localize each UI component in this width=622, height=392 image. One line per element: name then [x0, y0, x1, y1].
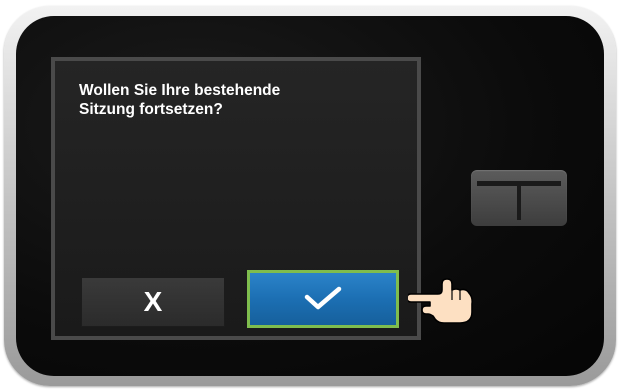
- dialog-panel: Wollen Sie Ihre bestehende Sitzung fortse…: [55, 61, 417, 336]
- dialog-prompt-line: Wollen Sie Ihre bestehende: [79, 82, 281, 99]
- cancel-x-label: X: [143, 286, 163, 317]
- dialog-prompt: Wollen Sie Ihre bestehende Sitzung fortse…: [79, 81, 379, 119]
- t-logo-icon: [477, 181, 561, 220]
- dialog-prompt-line: Sitzung fortsetzen?: [79, 101, 223, 118]
- confirm-button-highlight: [247, 270, 399, 328]
- cancel-button[interactable]: X: [81, 277, 225, 327]
- device-t-button[interactable]: [471, 170, 567, 226]
- pointing-hand-icon: [408, 278, 473, 324]
- touchscreen: Wollen Sie Ihre bestehende Sitzung fortse…: [51, 57, 421, 340]
- check-icon: [304, 286, 342, 310]
- confirm-button[interactable]: [250, 273, 396, 325]
